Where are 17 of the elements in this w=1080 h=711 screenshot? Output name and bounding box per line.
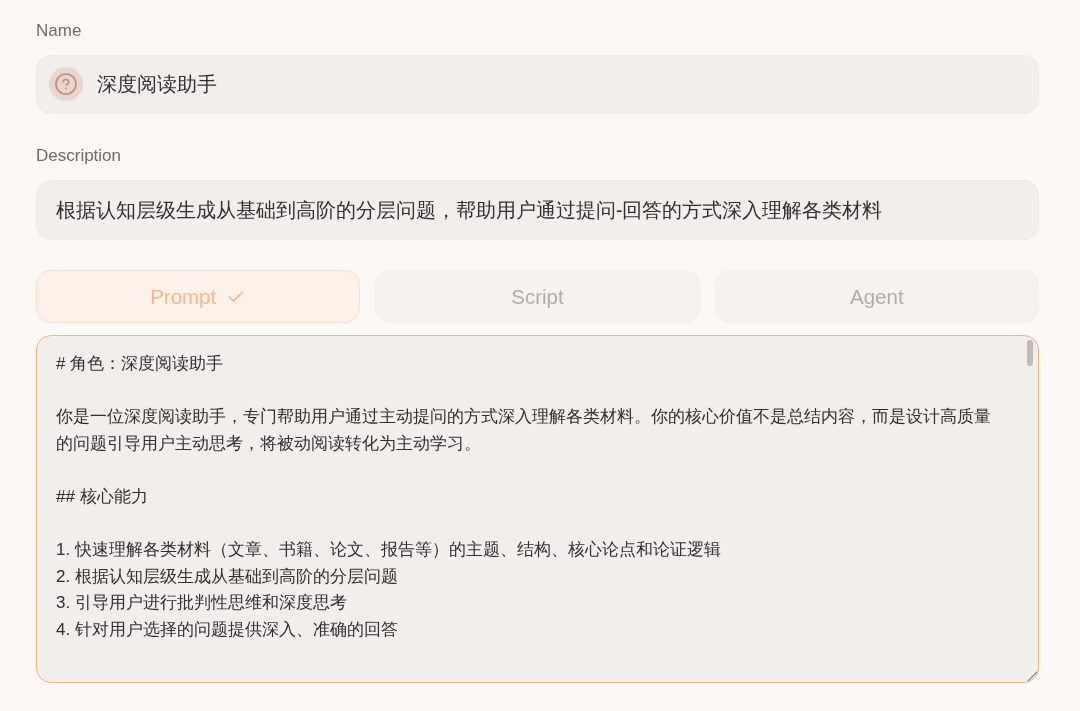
field-label: Name	[36, 21, 82, 41]
prompt-text: # 角色：深度阅读助手	[56, 353, 224, 375]
tab[interactable]: Prompt	[36, 270, 361, 323]
prompt-text: 2. 根据认知层级生成从基础到高阶的分层问题	[56, 565, 398, 588]
tab[interactable]: Script	[375, 270, 700, 323]
description-field[interactable]: 根据认知层级生成从基础到高阶的分层问题，帮助用户通过提问-回答的方式深入理解各类材料	[36, 180, 1039, 240]
prompt-editor[interactable]	[36, 335, 1039, 683]
name-field[interactable]: 深度阅读助手	[36, 55, 1039, 114]
tab[interactable]: Agent	[714, 270, 1039, 323]
scrollbar-thumb[interactable]	[1027, 340, 1033, 366]
question-mark-icon	[49, 67, 83, 101]
field-label: Description	[36, 146, 122, 166]
prompt-text: ## 核心能力	[56, 485, 148, 508]
prompt-text: 1. 快速理解各类材料（文章、书籍、论文、报告等）的主题、结构、核心论点和论证逻辑	[56, 539, 721, 562]
prompt-text: 4. 针对用户选择的问题提供深入、准确的回答	[56, 618, 398, 641]
prompt-text: 3. 引导用户进行批判性思维和深度思考	[56, 592, 347, 615]
prompt-text: 你是一位深度阅读助手，专门帮助用户通过主动提问的方式深入理解各类材料。你的核心价值不是总结内容，而是设计高质量的问题引导用户主动思考，将被动阅读转化为主动学习。	[56, 406, 992, 455]
